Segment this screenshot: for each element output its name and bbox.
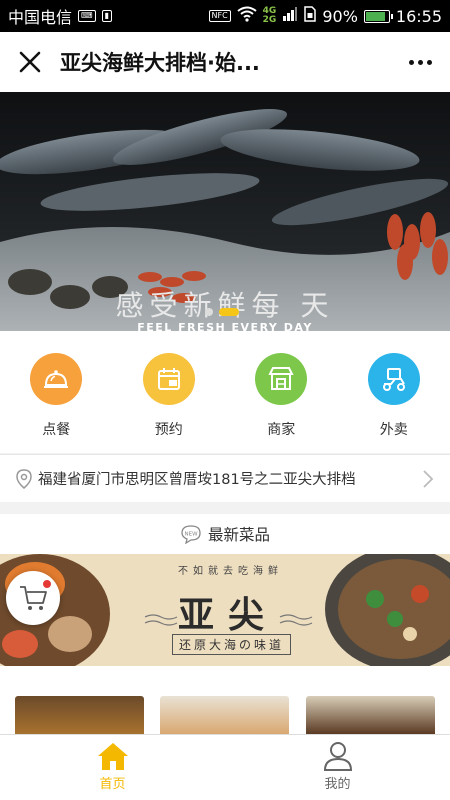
menu-item-delivery[interactable]: 外卖 <box>338 331 450 453</box>
more-button[interactable] <box>390 32 450 92</box>
dish-list <box>0 696 450 734</box>
keyboard-icon: ⌨ <box>78 10 96 22</box>
section-title: 最新菜品 <box>207 526 270 544</box>
new-dishes-section: NEW 最新菜品 不如就去吃海鲜 亚尖 还原大海の味道 <box>0 514 450 734</box>
carousel-dot-active[interactable] <box>219 308 239 316</box>
banner-tagline: FEEL FRESH EVERY DAY <box>137 321 313 331</box>
promo-slogan: 不如就去吃海鲜 <box>178 566 283 577</box>
dish-card-image[interactable] <box>160 696 289 734</box>
battery-icon <box>363 9 393 23</box>
store-icon <box>255 353 308 405</box>
svg-text:NEW: NEW <box>184 532 198 538</box>
carrier-name: 中国电信 <box>8 8 73 27</box>
cart-button[interactable] <box>6 571 60 625</box>
home-icon <box>97 743 128 770</box>
promo-brand: 亚尖 <box>178 594 279 636</box>
close-button[interactable] <box>0 32 60 92</box>
more-dot-icon <box>426 59 432 65</box>
dish-card-image[interactable] <box>306 696 435 734</box>
network-type: 4G 2G <box>262 6 277 25</box>
download-icon: ▮ <box>101 10 112 22</box>
menu-item-reserve[interactable]: 预约 <box>113 331 226 453</box>
signal-icon <box>282 6 298 26</box>
menu-label: 预约 <box>154 422 183 438</box>
battery-percent: 90% <box>322 6 358 26</box>
tab-me[interactable]: 我的 <box>225 735 450 800</box>
tab-label: 我的 <box>324 777 351 792</box>
nav-bar: 亚尖海鲜大排档·始... <box>0 32 450 92</box>
clock: 16:55 <box>395 6 442 26</box>
more-dot-icon <box>417 59 423 65</box>
status-bar: 中国电信 ⌨ ▮ NFC 4G 2G 90% 16:55 <box>0 0 450 32</box>
promo-subtitle: 还原大海の味道 <box>172 634 292 655</box>
scooter-icon <box>367 353 420 405</box>
close-icon <box>19 51 41 73</box>
chevron-right-icon <box>423 469 434 488</box>
cart-badge <box>42 579 52 589</box>
location-pin-icon <box>16 468 32 489</box>
carousel-dot[interactable] <box>205 308 213 316</box>
tab-bar: 首页 我的 <box>0 734 450 800</box>
page-title: 亚尖海鲜大排档·始... <box>60 51 260 75</box>
new-badge-icon: NEW <box>181 525 201 544</box>
user-icon <box>323 742 352 771</box>
menu-item-order[interactable]: 点餐 <box>0 331 113 453</box>
nfc-icon: NFC <box>208 10 231 22</box>
more-dot-icon <box>408 59 414 65</box>
menu-label: 外卖 <box>379 422 408 438</box>
menu-label: 点餐 <box>42 422 71 438</box>
address-text: 福建省厦门市思明区曾厝垵181号之二亚尖大排档 <box>38 472 356 488</box>
tab-home[interactable]: 首页 <box>0 735 225 800</box>
sim-icon <box>304 6 317 26</box>
carousel-indicator <box>205 308 239 316</box>
calendar-icon <box>142 353 195 405</box>
menu-item-store[interactable]: 商家 <box>225 331 338 453</box>
menu-label: 商家 <box>267 422 296 438</box>
cloche-icon <box>30 353 83 405</box>
quick-menu: 点餐 预约 商家 外卖 <box>0 331 450 453</box>
dish-card-image[interactable] <box>15 696 144 734</box>
address-row[interactable]: 福建省厦门市思明区曾厝垵181号之二亚尖大排档 <box>0 454 450 502</box>
tab-label: 首页 <box>99 777 126 792</box>
banner-carousel[interactable]: 感受新鲜每 天 FEEL FRESH EVERY DAY <box>0 92 450 331</box>
section-header: NEW 最新菜品 <box>0 514 450 554</box>
wifi-icon <box>237 6 257 26</box>
banner-headline: 感受新鲜每 天 <box>115 289 335 322</box>
